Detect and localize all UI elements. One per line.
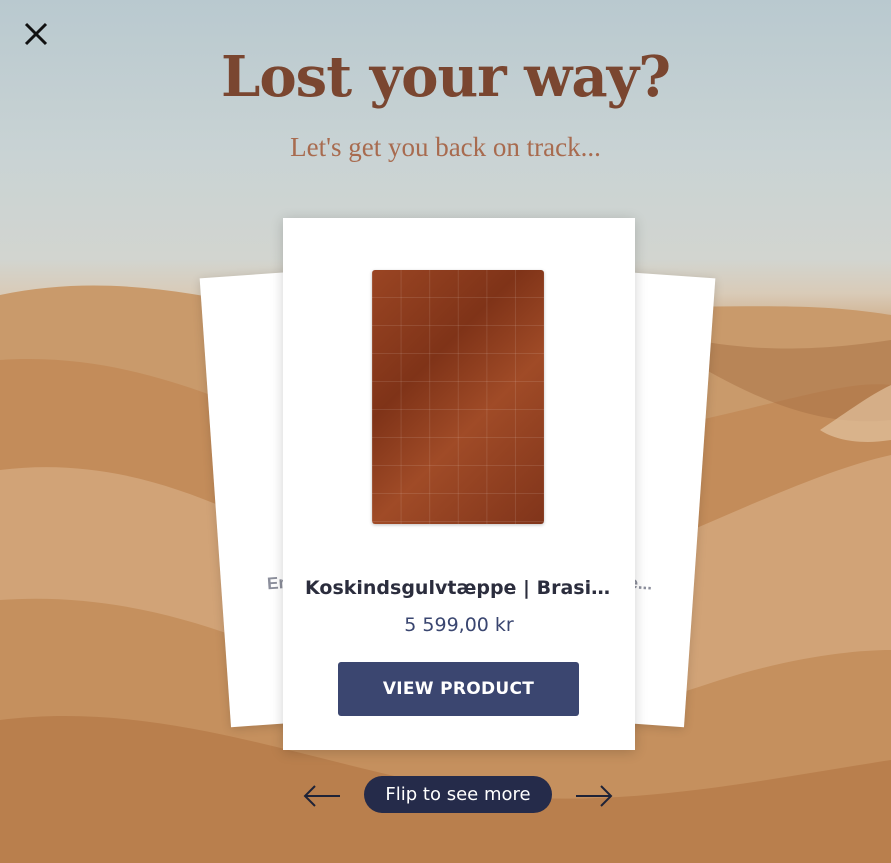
view-product-button[interactable]: VIEW PRODUCT xyxy=(338,662,579,716)
next-arrow-button[interactable] xyxy=(574,784,614,808)
product-image[interactable] xyxy=(372,270,544,524)
page-title: Lost your way? xyxy=(220,44,671,110)
arrow-right-icon xyxy=(576,785,613,807)
page-subtitle: Let's get you back on track... xyxy=(290,132,601,162)
product-name[interactable]: Koskindsgulvtæppe | Brasilian... xyxy=(283,577,635,599)
product-card: Koskindsgulvtæppe | Brasilian... 5 599,0… xyxy=(283,218,635,750)
flip-to-see-more-label[interactable]: Flip to see more xyxy=(364,776,552,813)
previous-arrow-button[interactable] xyxy=(302,784,342,808)
lost-your-way-modal: Lost your way? Let's get you back on tra… xyxy=(0,0,891,863)
arrow-left-icon xyxy=(303,785,340,807)
product-price: 5 599,00 kr xyxy=(404,614,514,636)
